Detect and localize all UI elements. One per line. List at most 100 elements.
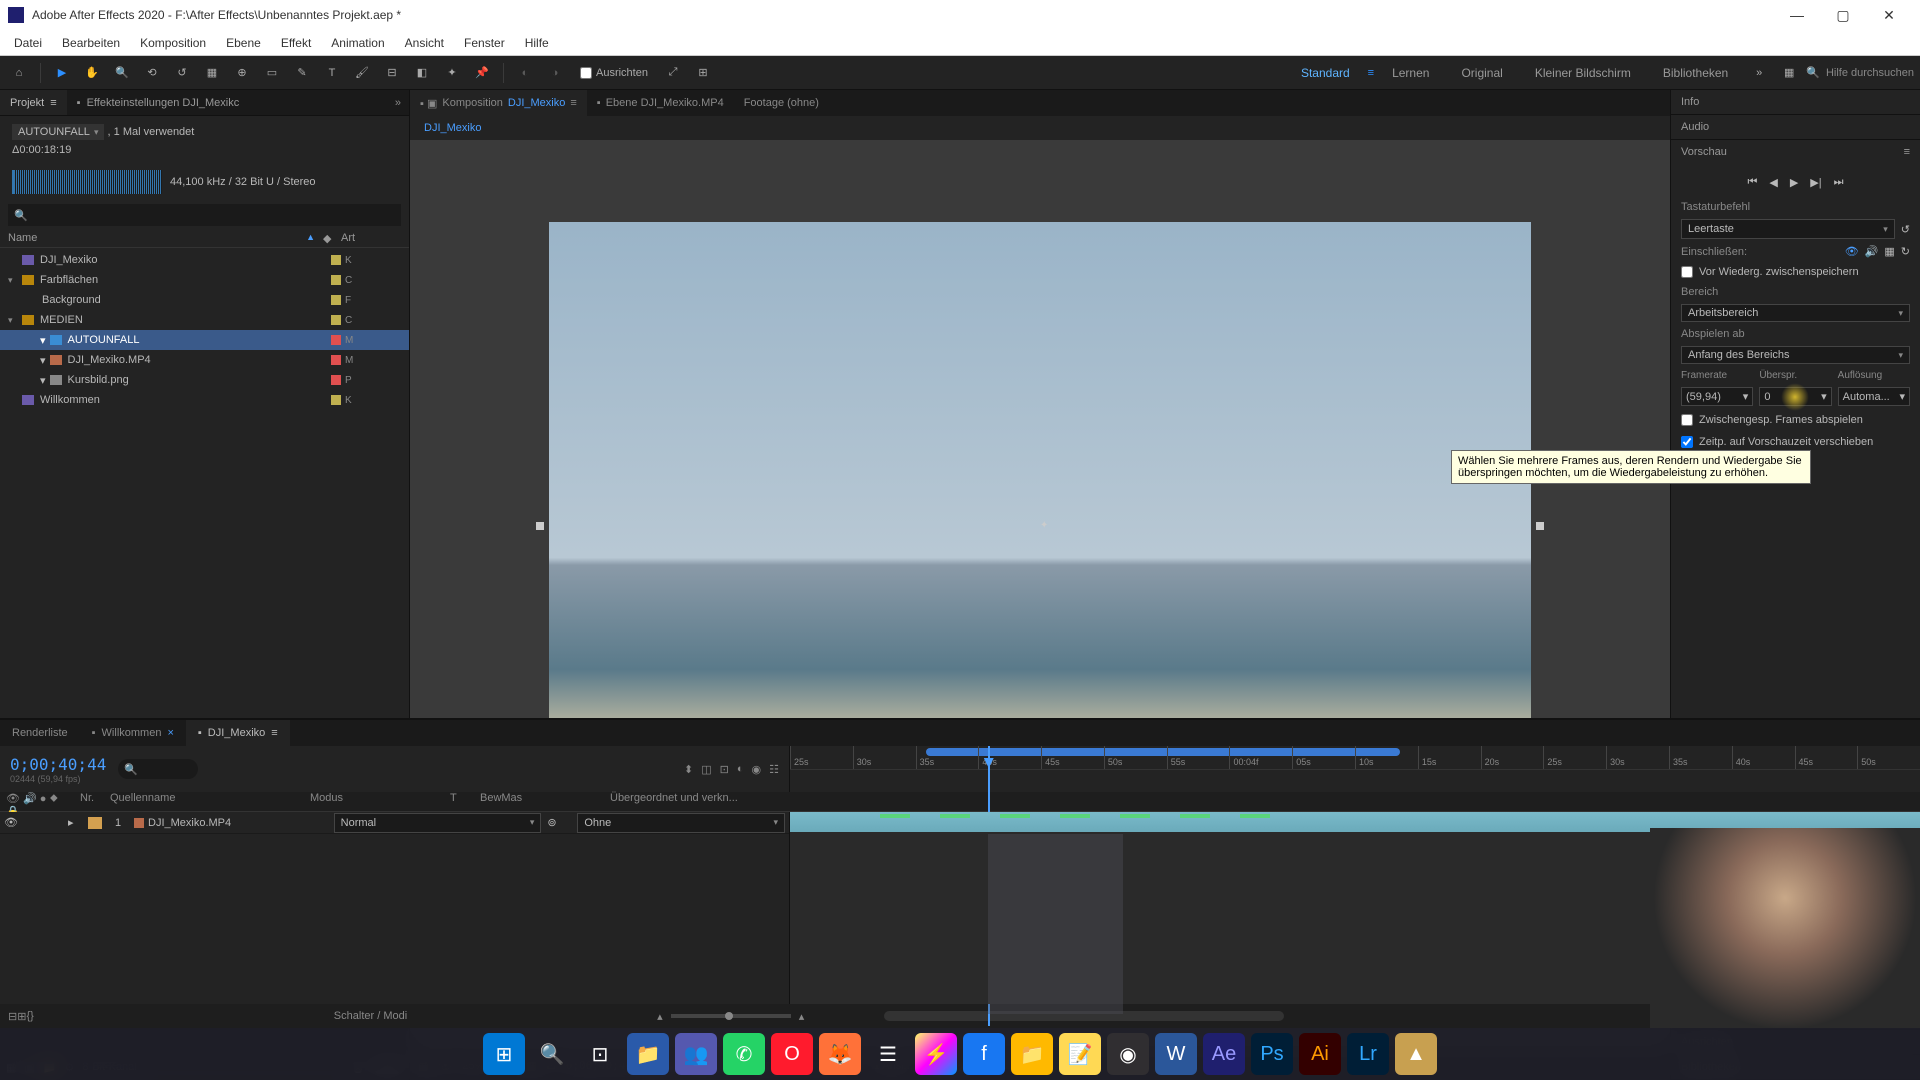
- toggle-modes-icon[interactable]: ⊞: [17, 1010, 26, 1023]
- taskbar-misc-icon[interactable]: ▲: [1395, 1033, 1437, 1075]
- taskbar-whatsapp-icon[interactable]: ✆: [723, 1033, 765, 1075]
- timeline-timecode[interactable]: 0;00;40;44: [10, 755, 106, 774]
- home-tool[interactable]: ⌂: [6, 60, 32, 86]
- include-loop-icon[interactable]: ↻: [1901, 245, 1910, 258]
- workspace-original[interactable]: Original: [1447, 66, 1516, 80]
- close-button[interactable]: ✕: [1866, 0, 1912, 30]
- menu-composition[interactable]: Komposition: [130, 30, 216, 55]
- timeline-search[interactable]: 🔍: [118, 759, 198, 779]
- viewer-tab-footage[interactable]: Footage (ohne): [734, 90, 829, 116]
- taskbar-app-icon[interactable]: ☰: [867, 1033, 909, 1075]
- graph-editor-icon[interactable]: ☷: [769, 763, 779, 776]
- cache-checkbox[interactable]: Vor Wiederg. zwischenspeichern: [1681, 264, 1910, 280]
- help-search[interactable]: 🔍 Hilfe durchsuchen: [1806, 66, 1914, 79]
- taskbar-illustrator-icon[interactable]: Ai: [1299, 1033, 1341, 1075]
- anchor-tool[interactable]: ⊕: [229, 60, 255, 86]
- visibility-toggle-icon[interactable]: 👁: [4, 816, 18, 829]
- workspace-learn[interactable]: Lernen: [1378, 66, 1443, 80]
- tl-tab-renderqueue[interactable]: Renderliste: [0, 720, 80, 746]
- tl-tab-welcome[interactable]: ▪ Willkommen ×: [80, 720, 186, 746]
- cached-frames-checkbox[interactable]: Zwischengesp. Frames abspielen: [1681, 412, 1910, 428]
- roto-tool[interactable]: ✦: [439, 60, 465, 86]
- mask-mode-icon-2[interactable]: ◑: [542, 60, 568, 86]
- timeline-layer-row[interactable]: 👁 ▸ 1 DJI_Mexiko.MP4 Normal ⊚ Ohne: [0, 812, 789, 834]
- zoom-in-icon[interactable]: ▴: [799, 1010, 805, 1023]
- snap-option-icon-2[interactable]: ⊞: [690, 60, 716, 86]
- selection-tool[interactable]: ▶: [49, 60, 75, 86]
- workspace-libraries[interactable]: Bibliotheken: [1649, 66, 1742, 80]
- shortcut-select[interactable]: Leertaste: [1681, 219, 1895, 239]
- menu-help[interactable]: Hilfe: [515, 30, 559, 55]
- info-panel-header[interactable]: Info: [1671, 90, 1920, 114]
- col-label-icon[interactable]: ◆: [323, 232, 341, 245]
- range-select[interactable]: Arbeitsbereich: [1681, 304, 1910, 322]
- playfrom-select[interactable]: Anfang des Bereichs: [1681, 346, 1910, 364]
- menu-edit[interactable]: Bearbeiten: [52, 30, 130, 55]
- taskbar-explorer-icon[interactable]: 📁: [627, 1033, 669, 1075]
- preview-panel-header[interactable]: Vorschau≡: [1671, 140, 1920, 164]
- skip-select[interactable]: 0▾: [1759, 387, 1831, 406]
- taskbar-opera-icon[interactable]: O: [771, 1033, 813, 1075]
- layer-handle-right[interactable]: [1536, 522, 1544, 530]
- hide-shy-icon[interactable]: ⊡: [720, 763, 729, 776]
- taskbar-folder-icon[interactable]: 📁: [1011, 1033, 1053, 1075]
- col-name[interactable]: Name: [8, 232, 306, 245]
- tree-item-image[interactable]: ▾Kursbild.pngP: [0, 370, 409, 390]
- viewer-tab-comp[interactable]: ▪ ▣ Komposition DJI_Mexiko ≡: [410, 90, 587, 116]
- workspace-small[interactable]: Kleiner Bildschirm: [1521, 66, 1645, 80]
- snap-option-icon[interactable]: ⤢: [660, 60, 686, 86]
- tree-item-solid[interactable]: BackgroundF: [0, 290, 409, 310]
- brush-tool[interactable]: 🖌: [349, 60, 375, 86]
- menu-view[interactable]: Ansicht: [395, 30, 454, 55]
- play-button[interactable]: ▶: [1790, 176, 1798, 189]
- blend-mode-select[interactable]: Normal: [334, 813, 542, 833]
- taskbar-aftereffects-icon[interactable]: Ae: [1203, 1033, 1245, 1075]
- taskbar-messenger-icon[interactable]: ⚡: [915, 1033, 957, 1075]
- shortcut-reset-icon[interactable]: ↺: [1901, 223, 1910, 236]
- time-ruler[interactable]: 25s30s35s40s45s50s55s00:04f05s10s15s20s2…: [790, 746, 1920, 770]
- shape-tool[interactable]: ▭: [259, 60, 285, 86]
- preview-resolution-select[interactable]: Automa...▾: [1838, 387, 1910, 406]
- project-tab-overflow[interactable]: »: [387, 97, 409, 109]
- last-frame-button[interactable]: ⏭: [1834, 176, 1844, 189]
- taskbar-photoshop-icon[interactable]: Ps: [1251, 1033, 1293, 1075]
- snapping-toggle[interactable]: Ausrichten: [580, 67, 648, 79]
- taskbar-obs-icon[interactable]: ◉: [1107, 1033, 1149, 1075]
- prev-frame-button[interactable]: ◀: [1769, 176, 1777, 189]
- taskbar-search-icon[interactable]: 🔍: [531, 1033, 573, 1075]
- tree-item-audio[interactable]: ▾AUTOUNFALLM: [0, 330, 409, 350]
- viewer-tab-layer[interactable]: ▪ Ebene DJI_Mexiko.MP4: [587, 90, 734, 116]
- menu-animation[interactable]: Animation: [321, 30, 394, 55]
- pen-tool[interactable]: ✎: [289, 60, 315, 86]
- draft3d-icon[interactable]: ◫: [701, 763, 711, 776]
- tree-item-folder[interactable]: ▾MEDIENC: [0, 310, 409, 330]
- project-search[interactable]: 🔍: [8, 204, 401, 226]
- rotate-tool[interactable]: ↺: [169, 60, 195, 86]
- taskbar-firefox-icon[interactable]: 🦊: [819, 1033, 861, 1075]
- layer-handle-left[interactable]: [536, 522, 544, 530]
- include-overlay-icon[interactable]: ▦: [1884, 245, 1894, 258]
- workspace-overflow-icon[interactable]: »: [1746, 60, 1772, 86]
- toggle-switches-icon[interactable]: ⊟: [8, 1010, 17, 1023]
- camera-tool[interactable]: ▦: [199, 60, 225, 86]
- taskbar-lightroom-icon[interactable]: Lr: [1347, 1033, 1389, 1075]
- taskbar-taskview-icon[interactable]: ⊡: [579, 1033, 621, 1075]
- timeline-zoom-slider[interactable]: [671, 1014, 791, 1018]
- first-frame-button[interactable]: ⏮: [1747, 176, 1757, 189]
- menu-effect[interactable]: Effekt: [271, 30, 321, 55]
- mask-mode-icon[interactable]: ◐: [512, 60, 538, 86]
- minimize-button[interactable]: —: [1774, 0, 1820, 30]
- taskbar-notes-icon[interactable]: 📝: [1059, 1033, 1101, 1075]
- menu-layer[interactable]: Ebene: [216, 30, 271, 55]
- movetime-checkbox[interactable]: Zeitp. auf Vorschauzeit verschieben: [1681, 434, 1910, 450]
- tree-item-video[interactable]: ▾DJI_Mexiko.MP4M: [0, 350, 409, 370]
- taskbar-teams-icon[interactable]: 👥: [675, 1033, 717, 1075]
- col-type[interactable]: Art: [341, 232, 401, 245]
- motion-blur-icon[interactable]: ◉: [752, 763, 762, 776]
- frame-blend-icon[interactable]: ◐: [737, 763, 744, 776]
- expand-icon[interactable]: {}: [26, 1010, 33, 1022]
- taskbar-windows-icon[interactable]: ⊞: [483, 1033, 525, 1075]
- taskbar-facebook-icon[interactable]: f: [963, 1033, 1005, 1075]
- next-frame-button[interactable]: ▶|: [1810, 176, 1821, 189]
- tl-tab-comp[interactable]: ▪ DJI_Mexiko ≡: [186, 720, 290, 746]
